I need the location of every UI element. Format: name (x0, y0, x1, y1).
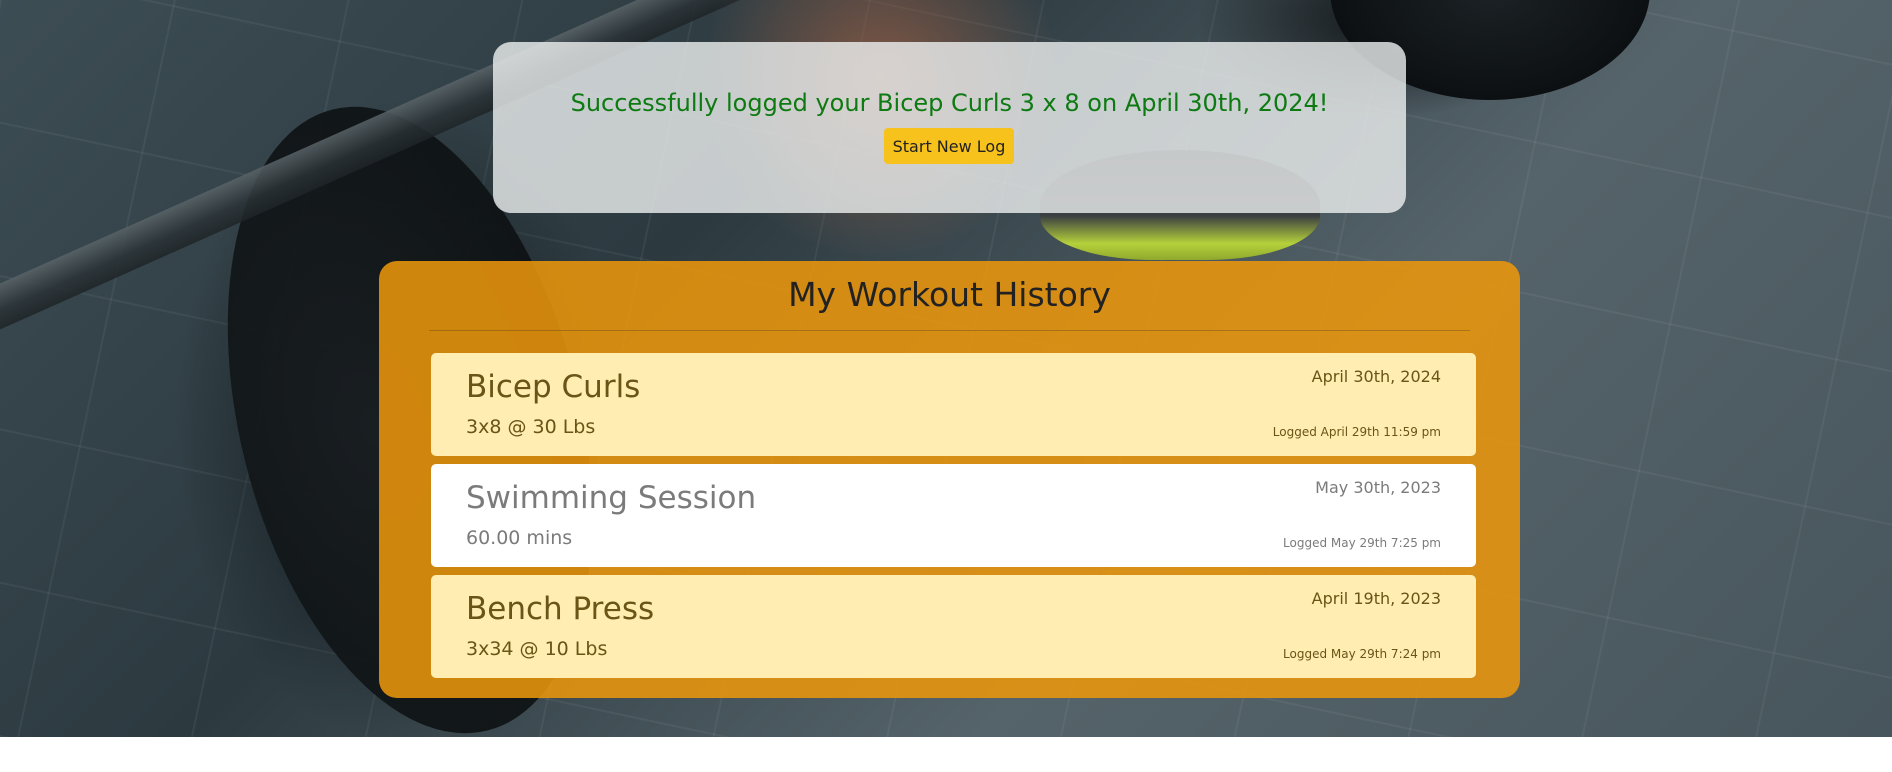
workout-history-title: My Workout History (788, 275, 1111, 314)
start-new-log-button[interactable]: Start New Log (884, 128, 1014, 164)
workout-entry-logged-time: Logged May 29th 7:25 pm (1283, 536, 1441, 550)
workout-entry-date: April 19th, 2023 (1311, 589, 1441, 608)
workout-entry-detail: 3x34 @ 10 Lbs (466, 638, 608, 660)
workout-entry-swimming-session[interactable]: Swimming Session 60.00 mins May 30th, 20… (431, 464, 1476, 567)
workout-entry-detail: 3x8 @ 30 Lbs (466, 416, 596, 438)
workout-entry-logged-time: Logged May 29th 7:24 pm (1283, 647, 1441, 661)
success-message: Successfully logged your Bicep Curls 3 x… (570, 89, 1329, 117)
workout-entry-detail: 60.00 mins (466, 527, 573, 549)
workout-entry-name: Bicep Curls (466, 369, 641, 405)
history-divider (429, 330, 1470, 331)
workout-entry-bicep-curls[interactable]: Bicep Curls 3x8 @ 30 Lbs April 30th, 202… (431, 353, 1476, 456)
workout-entry-bench-press[interactable]: Bench Press 3x34 @ 10 Lbs April 19th, 20… (431, 575, 1476, 678)
workout-entry-date: April 30th, 2024 (1311, 367, 1441, 386)
success-banner: Successfully logged your Bicep Curls 3 x… (493, 42, 1406, 213)
workout-history-panel: My Workout History Bicep Curls 3x8 @ 30 … (379, 261, 1520, 698)
workout-entry-logged-time: Logged April 29th 11:59 pm (1272, 425, 1441, 439)
workout-entry-name: Bench Press (466, 591, 655, 627)
workout-entry-date: May 30th, 2023 (1315, 478, 1441, 497)
workout-entry-name: Swimming Session (466, 480, 757, 516)
